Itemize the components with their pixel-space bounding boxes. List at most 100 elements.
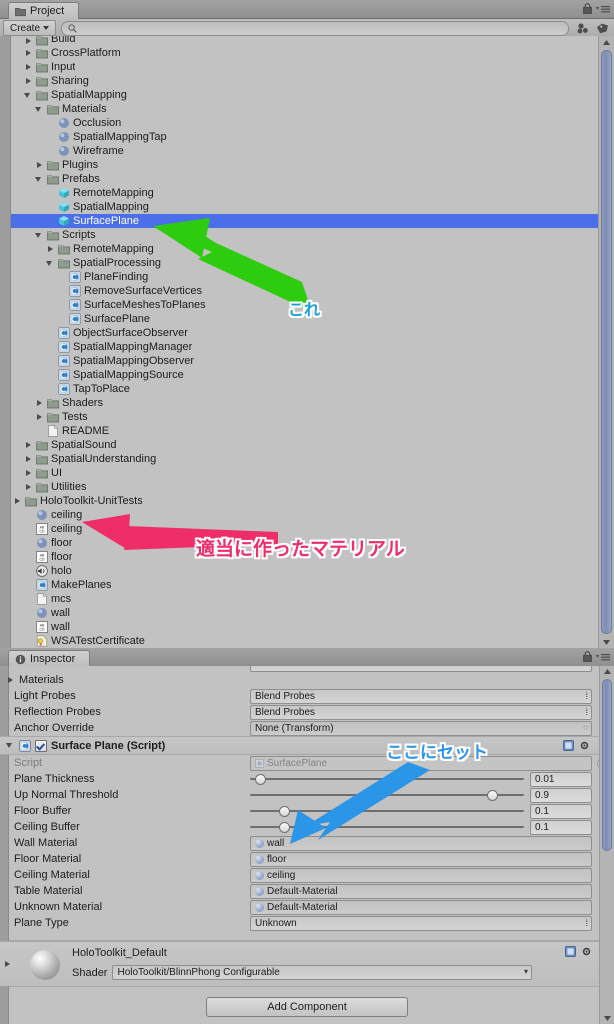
property-table-material[interactable]: Table Material Default-Material◌ [0,883,614,899]
tree-row[interactable]: SurfacePlane [11,312,599,326]
triangle-right-icon[interactable] [24,37,33,46]
component-enabled-checkbox[interactable] [35,739,47,752]
triangle-right-icon[interactable] [24,441,33,450]
tree-row[interactable]: TapToPlace [11,382,599,396]
material-object-field[interactable]: wall◌ [250,835,607,851]
triangle-right-icon[interactable] [24,483,33,492]
triangle-right-icon[interactable] [24,455,33,464]
help-icon[interactable] [565,946,576,957]
triangle-right-icon[interactable] [13,497,22,506]
tree-row[interactable]: holo [11,564,599,578]
slider-value-input[interactable]: 0.1 [530,819,592,835]
tree-row[interactable]: RemoteMapping [11,186,599,200]
triangle-right-icon[interactable] [35,413,44,422]
tree-row[interactable]: RemoveSurfaceVertices [11,284,599,298]
scroll-down-arrow[interactable] [600,1013,614,1024]
tree-row[interactable]: WSATestCertificate [11,634,599,648]
gear-icon[interactable] [581,946,592,957]
triangle-down-icon[interactable] [46,259,55,268]
tree-row[interactable]: Tests [11,410,599,424]
scroll-up-arrow[interactable] [599,36,614,48]
triangle-right-icon[interactable] [3,960,12,969]
tree-row[interactable]: Occlusion [11,116,599,130]
triangle-down-icon[interactable] [24,91,33,100]
tree-row-selected[interactable]: SurfacePlane [11,214,599,228]
tree-row[interactable]: mcs [11,592,599,606]
triangle-right-icon[interactable] [24,49,33,58]
slider-track[interactable] [250,773,524,786]
create-button[interactable]: Create [3,20,57,36]
material-object-field[interactable]: ceiling◌ [250,867,607,883]
scroll-up-arrow[interactable] [600,666,614,677]
add-component-button[interactable]: Add Component [206,997,408,1017]
panel-menu-icon[interactable] [596,4,610,14]
property-up-normal-threshold[interactable]: Up Normal Threshold 0.9 [0,787,614,803]
tree-row[interactable]: Utilities [11,480,599,494]
lock-icon[interactable] [583,3,592,14]
property-script[interactable]: Script SurfacePlane [0,755,614,771]
property-anchor-override[interactable]: Anchor Override None (Transform) ◌ [0,720,614,736]
tree-row[interactable]: AB CD floor [11,550,599,564]
material-object-field[interactable]: floor◌ [250,851,607,867]
tree-row[interactable]: Build [11,36,599,46]
slider-value-input[interactable]: 0.1 [530,803,592,819]
tree-row[interactable]: Plugins [11,158,599,172]
shader-dropdown[interactable]: HoloToolkit/BlinnPhong Configurable ▾ [112,965,532,980]
tab-inspector[interactable]: Inspector [8,650,91,667]
tree-row[interactable]: AB CD wall [11,620,599,634]
property-plane-type[interactable]: Plane Type Unknown ⁞ [0,915,614,931]
slider-track[interactable] [250,789,524,802]
slider-knob[interactable] [255,773,267,785]
slider-value-input[interactable]: 0.01 [530,771,592,787]
property-object-field[interactable]: None (Transform) ◌ [250,720,592,736]
triangle-down-icon[interactable] [6,741,15,750]
property-ceiling-material[interactable]: Ceiling Material ceiling◌ [0,867,614,883]
property-plane-type-dropdown[interactable]: Unknown ⁞ [250,915,592,931]
tree-row[interactable]: SpatialMapping [11,88,599,102]
property-floor-buffer[interactable]: Floor Buffer 0.1 [0,803,614,819]
gear-icon[interactable] [579,740,590,751]
slider-knob[interactable] [278,821,290,833]
tree-row[interactable]: AB CD ceiling [11,522,599,536]
slider-track[interactable] [250,805,524,818]
triangle-down-icon[interactable] [35,231,44,240]
tree-row[interactable]: Scripts [11,228,599,242]
tree-row[interactable]: SpatialMappingTap [11,130,599,144]
triangle-right-icon[interactable] [6,676,15,685]
triangle-down-icon[interactable] [35,175,44,184]
tree-row[interactable]: floor [11,536,599,550]
search-input[interactable] [61,20,569,36]
property-script-field[interactable]: SurfacePlane [250,755,608,771]
project-vertical-scrollbar[interactable] [598,36,614,648]
scroll-down-arrow[interactable] [599,636,614,648]
property-unknown-material[interactable]: Unknown Material Default-Material◌ [0,899,614,915]
slider-value-input[interactable]: 0.9 [530,787,592,803]
tree-row[interactable]: README [11,424,599,438]
triangle-right-icon[interactable] [46,245,55,254]
project-scroll-thumb[interactable] [601,50,612,634]
tree-row[interactable]: ceiling [11,508,599,522]
tree-row[interactable]: MakePlanes [11,578,599,592]
tree-row[interactable]: Prefabs [11,172,599,186]
slider-knob[interactable] [486,789,498,801]
property-dropdown[interactable]: Blend Probes ⁞ [250,704,592,720]
tree-row[interactable]: SpatialMappingSource [11,368,599,382]
tree-row[interactable]: wall [11,606,599,620]
property-light-probes[interactable]: Light Probes Blend Probes ⁞ [0,688,614,704]
property-dropdown[interactable]: Blend Probes ⁞ [250,688,592,704]
tree-row[interactable]: UI [11,466,599,480]
tree-row[interactable]: Input [11,60,599,74]
tree-row[interactable]: ObjectSurfaceObserver [11,326,599,340]
tree-row[interactable]: CrossPlatform [11,46,599,60]
tree-row[interactable]: SpatialMappingObserver [11,354,599,368]
tree-row[interactable]: SpatialSound [11,438,599,452]
tree-row[interactable]: Materials [11,102,599,116]
tree-row[interactable]: Wireframe [11,144,599,158]
filter-by-label-icon[interactable] [594,21,611,35]
tree-row[interactable]: SpatialUnderstanding [11,452,599,466]
property-wall-material[interactable]: Wall Material wall◌ [0,835,614,851]
project-tree[interactable]: Build CrossPlatform Input Sharing SpatialMap… [11,36,599,648]
inspector-vertical-scrollbar[interactable] [599,666,614,1024]
triangle-right-icon[interactable] [35,161,44,170]
panel-menu-icon[interactable] [596,652,610,662]
